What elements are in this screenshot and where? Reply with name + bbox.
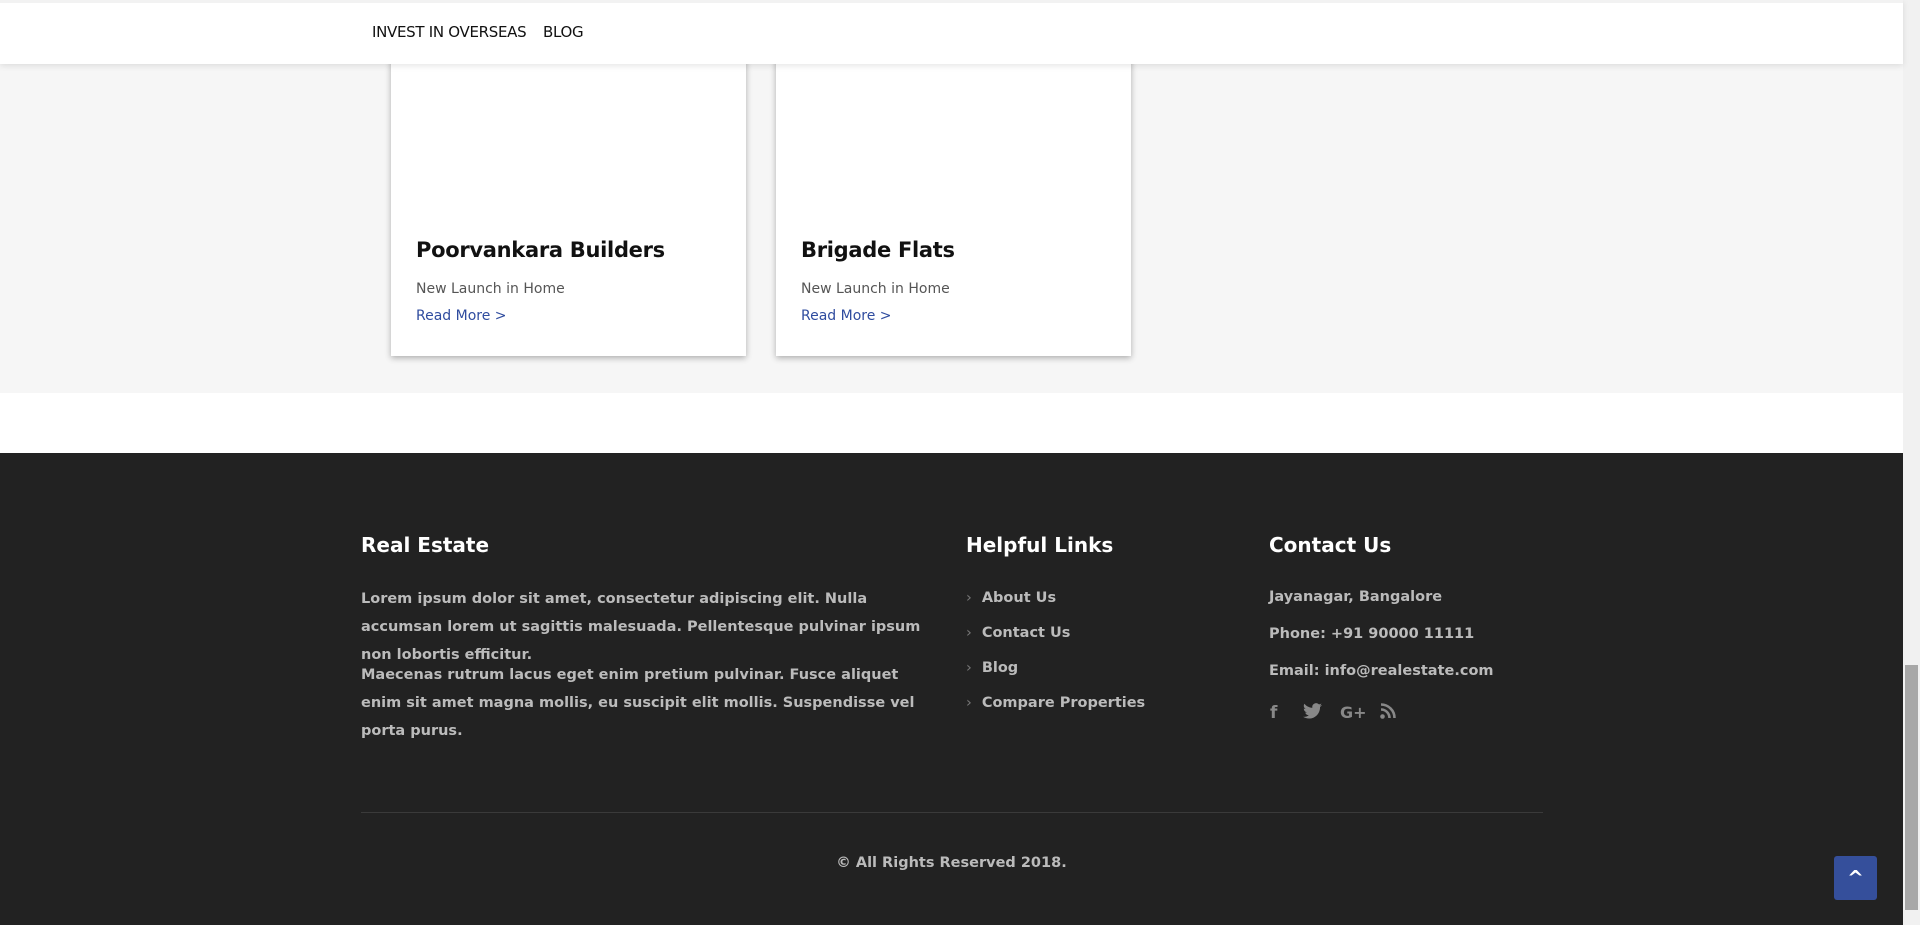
footer-link-compare[interactable]: › Compare Properties [966, 695, 1145, 711]
about-paragraph: Maecenas rutrum lacus eget enim pretium … [361, 667, 915, 739]
contact-phone: Phone: +91 90000 11111 [1269, 626, 1475, 642]
footer: Real Estate Lorem ipsum dolor sit amet, … [0, 453, 1903, 925]
card-subtitle: New Launch in Home [801, 281, 950, 297]
nav-blog[interactable]: BLOG [543, 23, 584, 41]
read-more-link[interactable]: Read More > [416, 308, 507, 324]
nav-invest-overseas[interactable]: INVEST IN OVERSEAS [372, 23, 527, 41]
footer-heading-about: Real Estate [361, 533, 490, 557]
chevron-right-icon: › [966, 590, 972, 606]
facebook-icon[interactable]: f [1270, 703, 1277, 723]
property-card: Brigade Flats New Launch in Home Read Mo… [776, 40, 1131, 356]
card-title: Brigade Flats [801, 238, 955, 262]
contact-email: Email: info@realestate.com [1269, 663, 1494, 679]
top-nav: INVEST IN OVERSEAS BLOG [0, 0, 1903, 64]
footer-heading-links: Helpful Links [966, 533, 1114, 557]
copyright: © All Rights Reserved 2018. [836, 855, 1067, 871]
read-more-link[interactable]: Read More > [801, 308, 892, 324]
footer-heading-contact: Contact Us [1269, 533, 1392, 557]
link-label: Contact Us [981, 625, 1071, 641]
back-to-top-button[interactable]: ^ [1834, 856, 1877, 900]
link-label: Compare Properties [981, 695, 1146, 711]
card-subtitle: New Launch in Home [416, 281, 565, 297]
footer-link-about[interactable]: › About Us [966, 590, 1056, 606]
chevron-up-icon: ^ [1847, 866, 1864, 890]
footer-link-blog[interactable]: › Blog [966, 660, 1018, 676]
card-title: Poorvankara Builders [416, 238, 665, 262]
footer-divider [361, 812, 1543, 813]
twitter-icon[interactable] [1303, 703, 1322, 724]
contact-address: Jayanagar, Bangalore [1269, 589, 1443, 605]
chevron-right-icon: › [966, 660, 972, 676]
scrollbar-thumb[interactable] [1905, 665, 1918, 910]
google-plus-icon[interactable]: G+ [1340, 703, 1367, 722]
scrollbar[interactable] [1903, 0, 1920, 925]
footer-link-contact[interactable]: › Contact Us [966, 625, 1070, 641]
chevron-right-icon: › [966, 625, 972, 641]
rss-icon[interactable] [1380, 703, 1396, 724]
link-label: Blog [981, 660, 1019, 676]
about-paragraph: Lorem ipsum dolor sit amet, consectetur … [361, 591, 921, 663]
chevron-right-icon: › [966, 695, 972, 711]
link-label: About Us [981, 590, 1057, 606]
property-card: Poorvankara Builders New Launch in Home … [391, 40, 746, 356]
